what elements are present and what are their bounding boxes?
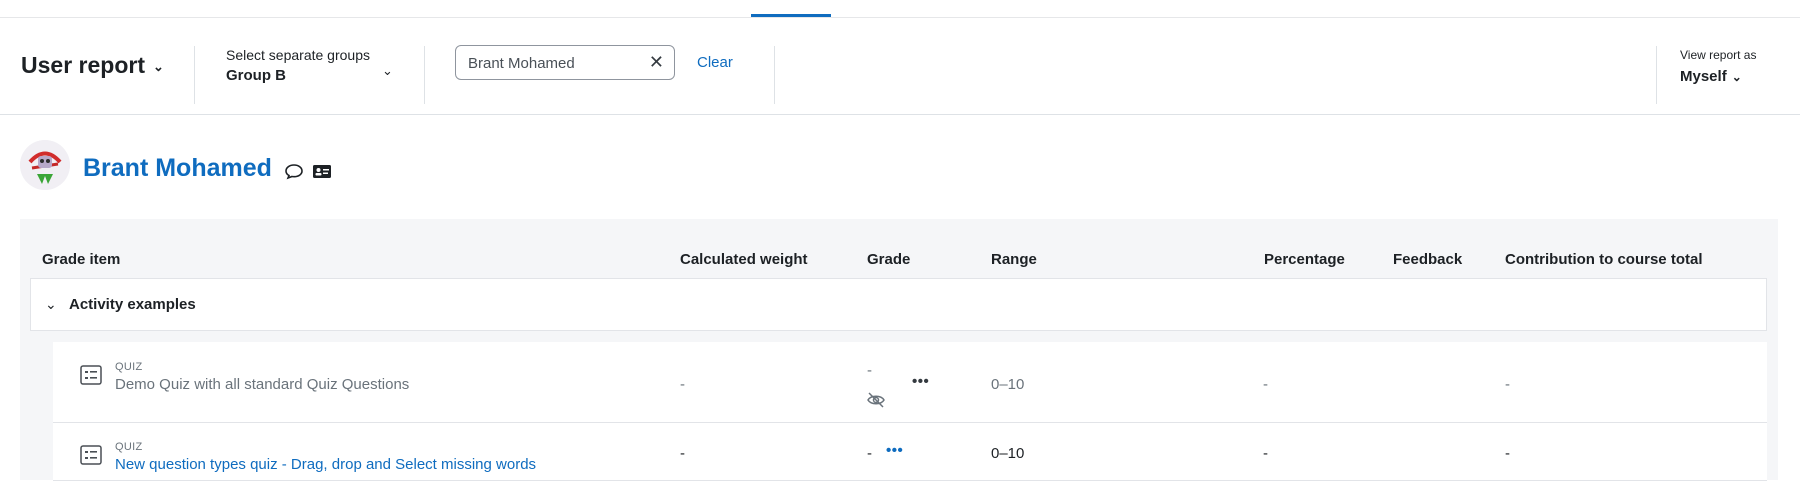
view-report-as-selector[interactable]: View report as Myself ⌄ — [1680, 48, 1790, 85]
grade-actions-menu[interactable]: ••• — [912, 373, 929, 390]
user-search-input[interactable]: Brant Mohamed ✕ — [455, 45, 675, 80]
module-type: QUIZ — [115, 361, 143, 373]
user-fullname[interactable]: Brant Mohamed — [83, 154, 272, 183]
clear-link[interactable]: Clear — [697, 54, 733, 71]
calculated-weight-cell: - — [680, 376, 685, 393]
percentage-cell: - — [1263, 376, 1268, 393]
grade-item-name: Demo Quiz with all standard Quiz Questio… — [115, 376, 410, 393]
id-card-icon[interactable] — [311, 160, 333, 182]
contribution-cell: - — [1505, 445, 1510, 462]
range-cell: 0–10 — [991, 445, 1025, 462]
divider — [424, 46, 425, 104]
report-selector-label: User report — [21, 52, 145, 78]
divider — [774, 46, 775, 104]
column-header-feedback: Feedback — [1393, 251, 1463, 268]
quiz-icon — [80, 365, 102, 385]
table-row: QUIZ Demo Quiz with all standard Quiz Qu… — [53, 342, 1767, 423]
column-header-calculated-weight: Calculated weight — [680, 251, 808, 268]
active-tab-indicator — [751, 14, 831, 17]
module-type: QUIZ — [115, 441, 143, 453]
column-header-range: Range — [991, 251, 1037, 268]
chevron-down-icon: ⌄ — [152, 58, 164, 74]
category-row: ⌄ Activity examples — [30, 278, 1767, 331]
grade-cell: - — [867, 362, 872, 379]
divider — [1656, 46, 1657, 104]
clear-search-icon[interactable]: ✕ — [649, 52, 664, 73]
group-selector-label: Select separate groups — [226, 47, 370, 63]
contribution-cell: - — [1505, 376, 1510, 393]
view-as-label: View report as — [1680, 48, 1757, 62]
hidden-eye-icon — [867, 392, 885, 408]
chevron-down-icon[interactable]: ⌄ — [45, 296, 57, 313]
calculated-weight-cell: - — [680, 445, 685, 462]
percentage-cell: - — [1263, 445, 1268, 462]
grade-item-link[interactable]: New question types quiz - Drag, drop and… — [115, 456, 536, 473]
column-header-grade-item: Grade item — [42, 251, 121, 268]
user-avatar[interactable] — [20, 140, 70, 190]
grade-report-action-bar: User report ⌄ Select separate groups Grou… — [0, 18, 1800, 115]
column-header-percentage: Percentage — [1264, 251, 1345, 268]
range-cell: 0–10 — [991, 376, 1025, 393]
table-row: QUIZ New question types quiz - Drag, dro… — [53, 423, 1767, 481]
category-name: Activity examples — [69, 296, 196, 313]
column-header-grade: Grade — [867, 251, 911, 268]
chevron-down-icon: ⌄ — [382, 63, 393, 78]
speech-bubble-icon[interactable] — [283, 160, 305, 182]
group-selector-value: Group B — [226, 67, 286, 84]
grade-actions-menu[interactable]: ••• — [886, 442, 903, 459]
quiz-icon — [80, 445, 102, 465]
divider — [194, 46, 195, 104]
report-selector[interactable]: User report ⌄ — [21, 52, 164, 79]
chevron-down-icon: ⌄ — [1731, 70, 1742, 84]
user-grades-table: Grade item Calculated weight Grade Range… — [20, 219, 1778, 481]
grade-cell: - — [867, 445, 872, 462]
group-selector[interactable]: Select separate groups Group B ⌄ — [226, 47, 396, 93]
search-input-value: Brant Mohamed — [468, 55, 575, 72]
view-as-value: Myself — [1680, 68, 1727, 85]
column-header-contribution: Contribution to course total — [1505, 251, 1703, 268]
